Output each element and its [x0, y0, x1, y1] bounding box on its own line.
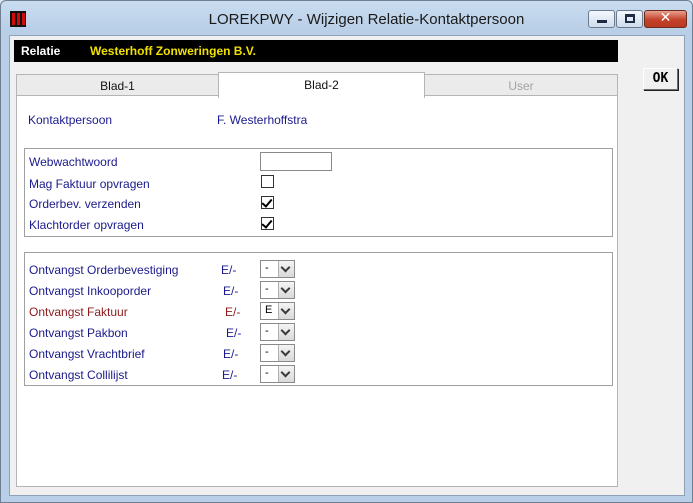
ontvangst-pakbon-hint: E/-: [226, 326, 242, 340]
klachtorder-label: Klachtorder opvragen: [29, 218, 144, 232]
maximize-button[interactable]: [616, 10, 643, 28]
ontvangst-inkooporder-hint: E/-: [223, 284, 239, 298]
ontvangst-faktuur-hint: E/-: [225, 305, 241, 319]
checkmark-icon: [261, 217, 273, 229]
minimize-icon: [597, 20, 607, 23]
ontvangst-faktuur-label: Ontvangst Faktuur: [29, 305, 128, 319]
ontvangst-inkooporder-select[interactable]: -: [260, 281, 295, 299]
mag-faktuur-checkbox[interactable]: [261, 175, 274, 188]
client-area: Relatie Westerhoff Zonweringen B.V. OK B…: [9, 35, 685, 496]
klachtorder-checkbox[interactable]: [261, 217, 274, 230]
chevron-down-icon[interactable]: [278, 366, 294, 382]
tab-blad-1[interactable]: Blad-1: [16, 74, 219, 96]
chevron-down-icon[interactable]: [278, 345, 294, 361]
ok-button[interactable]: OK: [643, 68, 678, 90]
chevron-down-icon[interactable]: [278, 303, 294, 319]
chevron-down-icon[interactable]: [278, 324, 294, 340]
minimize-button[interactable]: [588, 10, 615, 28]
webwachtwoord-input[interactable]: [260, 152, 332, 171]
chevron-down-icon[interactable]: [278, 261, 294, 277]
tab-blad-2[interactable]: Blad-2: [218, 72, 425, 98]
checkmark-icon: [261, 196, 273, 208]
orderbev-verzenden-label: Orderbev. verzenden: [29, 197, 141, 211]
relatie-bar: Relatie Westerhoff Zonweringen B.V.: [14, 40, 618, 62]
webwachtwoord-label: Webwachtwoord: [29, 155, 118, 169]
ontvangst-orderbevestiging-select[interactable]: -: [260, 260, 295, 278]
ontvangst-collilijst-label: Ontvangst Collilijst: [29, 368, 128, 382]
ontvangst-collilijst-select[interactable]: -: [260, 365, 295, 383]
kontaktpersoon-label: Kontaktpersoon: [28, 113, 113, 127]
ontvangst-faktuur-select[interactable]: E: [260, 302, 295, 320]
ontvangst-vrachtbrief-select[interactable]: -: [260, 344, 295, 362]
maximize-icon: [625, 14, 635, 23]
tab-user[interactable]: User: [424, 74, 618, 96]
web-settings-group: Webwachtwoord Mag Faktuur opvragen Order…: [24, 148, 613, 237]
chevron-down-icon[interactable]: [278, 282, 294, 298]
tab-bar: Blad-1 Blad-2 User: [16, 72, 618, 98]
ontvangst-inkooporder-label: Ontvangst Inkooporder: [29, 284, 152, 298]
tab-panel-blad-2: Kontaktpersoon F. Westerhoffstra Webwach…: [16, 95, 618, 487]
ontvangst-orderbevestiging-label: Ontvangst Orderbevestiging: [29, 263, 179, 277]
ontvangst-group: Ontvangst Orderbevestiging E/- - Ontvang…: [24, 252, 613, 386]
relatie-label: Relatie: [21, 44, 61, 58]
ontvangst-vrachtbrief-label: Ontvangst Vrachtbrief: [29, 347, 145, 361]
ontvangst-pakbon-select[interactable]: -: [260, 323, 295, 341]
ontvangst-collilijst-hint: E/-: [222, 368, 238, 382]
relatie-value: Westerhoff Zonweringen B.V.: [90, 44, 257, 58]
close-icon: ✕: [659, 10, 672, 26]
close-button[interactable]: ✕: [644, 10, 687, 28]
title-bar[interactable]: LOREKPWY - Wijzigen Relatie-Kontaktperso…: [1, 1, 692, 35]
ontvangst-orderbevestiging-hint: E/-: [221, 263, 237, 277]
ontvangst-vrachtbrief-hint: E/-: [223, 347, 239, 361]
application-window: LOREKPWY - Wijzigen Relatie-Kontaktperso…: [0, 0, 693, 503]
mag-faktuur-label: Mag Faktuur opvragen: [29, 177, 150, 191]
kontaktpersoon-value: F. Westerhoffstra: [217, 113, 308, 127]
orderbev-verzenden-checkbox[interactable]: [261, 196, 274, 209]
ontvangst-pakbon-label: Ontvangst Pakbon: [29, 326, 128, 340]
